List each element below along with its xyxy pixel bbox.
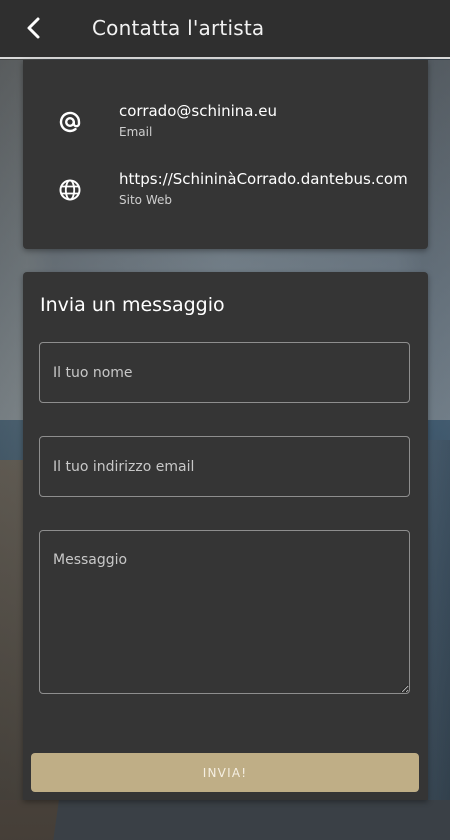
contact-info-card: corrado@schinina.eu Email https://Schini…	[23, 60, 428, 249]
contact-website-value[interactable]: https://SchininàCorrado.dantebus.com	[119, 170, 408, 188]
back-button[interactable]	[16, 10, 52, 46]
page-title: Contatta l'artista	[92, 16, 265, 40]
message-form-card: Invia un messaggio	[23, 272, 428, 800]
email-input[interactable]	[39, 436, 410, 497]
app-header: Contatta l'artista	[0, 0, 450, 59]
contact-website-row[interactable]: https://SchininàCorrado.dantebus.com Sit…	[23, 170, 428, 218]
name-input[interactable]	[39, 342, 410, 403]
contact-email-value[interactable]: corrado@schinina.eu	[119, 102, 277, 120]
contact-website-label: Sito Web	[119, 193, 172, 207]
contact-email-label: Email	[119, 125, 153, 139]
globe-icon	[56, 176, 84, 204]
contact-email-row[interactable]: corrado@schinina.eu Email	[23, 102, 428, 150]
message-textarea[interactable]	[39, 530, 410, 694]
send-button[interactable]: INVIA!	[31, 753, 419, 792]
chevron-left-icon	[27, 17, 40, 39]
message-form-title: Invia un messaggio	[40, 294, 225, 316]
at-sign-icon	[56, 108, 84, 136]
